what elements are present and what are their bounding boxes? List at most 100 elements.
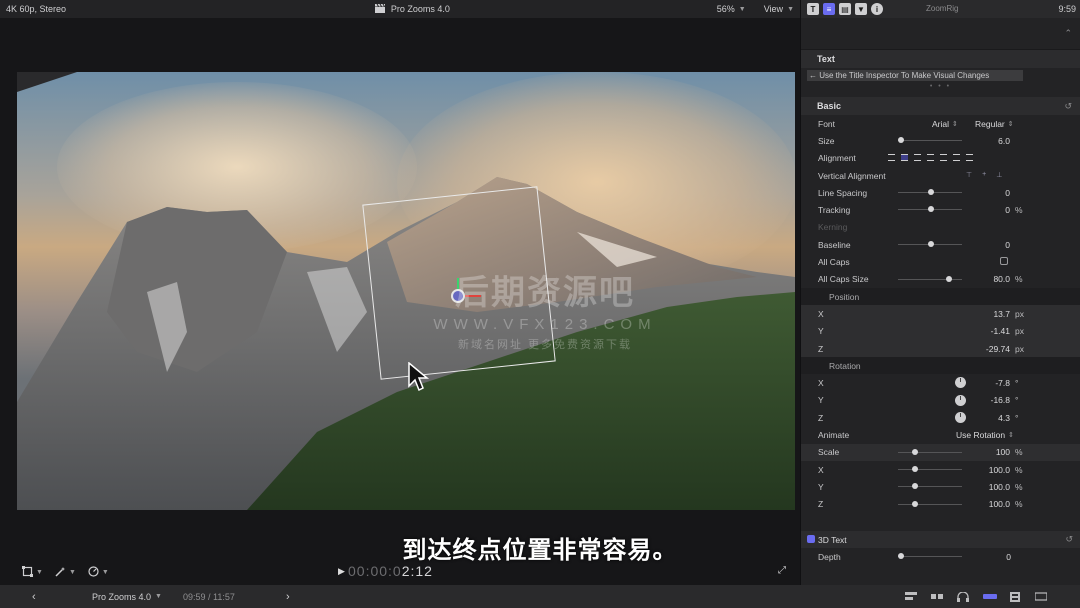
animate-label: Animate xyxy=(818,429,850,440)
position-y-unit: px xyxy=(1015,326,1024,337)
rotation-dial-icon[interactable] xyxy=(955,377,966,389)
justify-left-icon[interactable] xyxy=(927,153,934,161)
headphones-icon[interactable] xyxy=(957,591,969,602)
scale-x-value[interactable]: 100.0 xyxy=(989,465,1010,475)
scale-slider[interactable] xyxy=(898,448,962,455)
filter-inspector-icon[interactable]: ▼ xyxy=(855,3,867,15)
slider-knob[interactable] xyxy=(928,241,934,248)
baseline-slider[interactable] xyxy=(898,241,962,248)
font-label: Font xyxy=(818,118,836,129)
rotation-z-value[interactable]: 4.3 xyxy=(998,413,1010,423)
skimming-icon[interactable] xyxy=(983,592,997,601)
display-settings-icon[interactable] xyxy=(1034,592,1048,601)
scale-x-slider[interactable] xyxy=(898,465,962,472)
kerning-row: Kerning xyxy=(801,219,1080,236)
position-y-value[interactable]: -1.41 xyxy=(991,326,1010,336)
scale-y-slider[interactable] xyxy=(898,483,962,490)
zoom-menu[interactable]: 56% ▼ xyxy=(717,4,746,14)
rotation-z-axis: Z xyxy=(818,412,824,423)
position-group-header[interactable]: Position xyxy=(801,287,1080,306)
enhancements-menu[interactable]: ▼ xyxy=(55,566,76,580)
position-y-row: Y -1.41 px xyxy=(801,322,1080,340)
transform-bounding-box[interactable] xyxy=(362,186,556,380)
scale-x-unit: % xyxy=(1015,464,1023,475)
reset-icon[interactable]: ↺ xyxy=(1064,101,1072,112)
size-slider[interactable] xyxy=(898,137,962,144)
retime-menu[interactable]: ▼ xyxy=(88,565,109,580)
slider-knob[interactable] xyxy=(898,137,904,144)
rotation-y-value[interactable]: -16.8 xyxy=(991,395,1010,405)
scale-y-value[interactable]: 100.0 xyxy=(989,482,1010,492)
slider-knob[interactable] xyxy=(912,465,918,472)
drag-handle[interactable]: • • • xyxy=(801,83,1080,97)
slider-knob[interactable] xyxy=(928,206,934,213)
align-top-icon[interactable]: ⊤ xyxy=(966,171,972,179)
position-z-value[interactable]: -29.74 xyxy=(986,344,1010,354)
scale-z-slider[interactable] xyxy=(898,500,962,507)
all-caps-size-label: All Caps Size xyxy=(818,274,869,285)
viewer-title: Pro Zooms 4.0 xyxy=(126,3,699,15)
rotation-group-header[interactable]: Rotation xyxy=(801,357,1080,375)
project-menu[interactable]: Pro Zooms 4.0 ▼ xyxy=(92,592,162,602)
position-z-unit: px xyxy=(1015,343,1024,354)
rotation-dial-icon[interactable] xyxy=(955,394,966,406)
rotation-dial-icon[interactable] xyxy=(955,412,966,424)
position-x-row: X 13.7 px xyxy=(801,305,1080,323)
font-family-popup[interactable]: Arial ⇕ xyxy=(932,119,958,129)
timecode-display[interactable]: 00:00:02:12 xyxy=(348,563,433,579)
x-axis-handle[interactable] xyxy=(465,295,481,297)
all-caps-size-slider[interactable] xyxy=(898,275,962,282)
slider-knob[interactable] xyxy=(912,448,918,455)
snapping-icon[interactable] xyxy=(931,592,943,601)
video-inspector-icon[interactable]: ▤ xyxy=(839,3,851,15)
play-icon[interactable]: ▶ xyxy=(338,566,345,577)
align-center-icon[interactable] xyxy=(901,153,908,161)
view-menu[interactable]: View ▼ xyxy=(764,4,794,14)
basic-section-header[interactable]: Basic ↺ xyxy=(801,97,1080,115)
rotation-z-unit: ° xyxy=(1015,412,1019,423)
tracking-value[interactable]: 0 xyxy=(1005,205,1010,215)
back-arrow-icon[interactable]: ‹ xyxy=(32,591,36,603)
size-value[interactable]: 6.0 xyxy=(998,136,1010,146)
info-inspector-icon[interactable]: i xyxy=(871,3,883,15)
scale-y-row: Y 100.0 % xyxy=(801,478,1080,495)
align-left-icon[interactable] xyxy=(888,153,895,161)
line-spacing-slider[interactable] xyxy=(898,189,962,196)
title-inspector-icon[interactable]: ≡ xyxy=(823,3,835,15)
clip-name: ZoomRig xyxy=(926,4,959,13)
align-middle-icon[interactable]: + xyxy=(982,171,986,179)
rotation-x-value[interactable]: -7.8 xyxy=(995,378,1010,388)
justify-right-icon[interactable] xyxy=(953,153,960,161)
justify-full-icon[interactable] xyxy=(966,153,973,161)
font-style-popup[interactable]: Regular ⇕ xyxy=(975,119,1014,129)
preset-menu[interactable]: ⌃ xyxy=(801,18,1080,50)
tracking-slider[interactable] xyxy=(898,206,962,213)
justify-center-icon[interactable] xyxy=(940,153,947,161)
slider-knob[interactable] xyxy=(912,483,918,490)
animate-popup[interactable]: Use Rotation ⇕ xyxy=(956,430,1014,440)
transform-icon xyxy=(22,565,33,580)
transform-tool-menu[interactable]: ▼ xyxy=(22,565,43,580)
chevron-down-icon: ▼ xyxy=(787,5,794,13)
baseline-value[interactable]: 0 xyxy=(1005,240,1010,250)
anchor-point-handle[interactable] xyxy=(451,289,465,303)
align-right-icon[interactable] xyxy=(914,153,921,161)
fullscreen-icon[interactable]: ⤢ xyxy=(778,565,786,576)
align-bottom-icon[interactable]: ⊥ xyxy=(996,171,1002,179)
slider-knob[interactable] xyxy=(928,189,934,196)
slider-knob[interactable] xyxy=(946,275,952,282)
text-inspector-icon[interactable]: T xyxy=(807,3,819,15)
scale-z-value[interactable]: 100.0 xyxy=(989,499,1010,509)
slider-knob[interactable] xyxy=(912,500,918,507)
forward-arrow-icon[interactable]: › xyxy=(286,591,290,603)
all-caps-checkbox[interactable] xyxy=(1000,257,1008,266)
rotation-y-axis: Y xyxy=(818,395,824,406)
clip-appearance-icon[interactable] xyxy=(905,592,917,601)
position-x-value[interactable]: 13.7 xyxy=(993,309,1010,319)
mouse-cursor-icon xyxy=(408,361,430,394)
line-spacing-value[interactable]: 0 xyxy=(1005,188,1010,198)
all-caps-size-value[interactable]: 80.0 xyxy=(993,274,1010,284)
text-field[interactable]: ← Use the Title Inspector To Make Visual… xyxy=(807,70,1023,81)
scale-value[interactable]: 100 xyxy=(996,447,1010,457)
film-icon[interactable] xyxy=(1009,592,1021,602)
